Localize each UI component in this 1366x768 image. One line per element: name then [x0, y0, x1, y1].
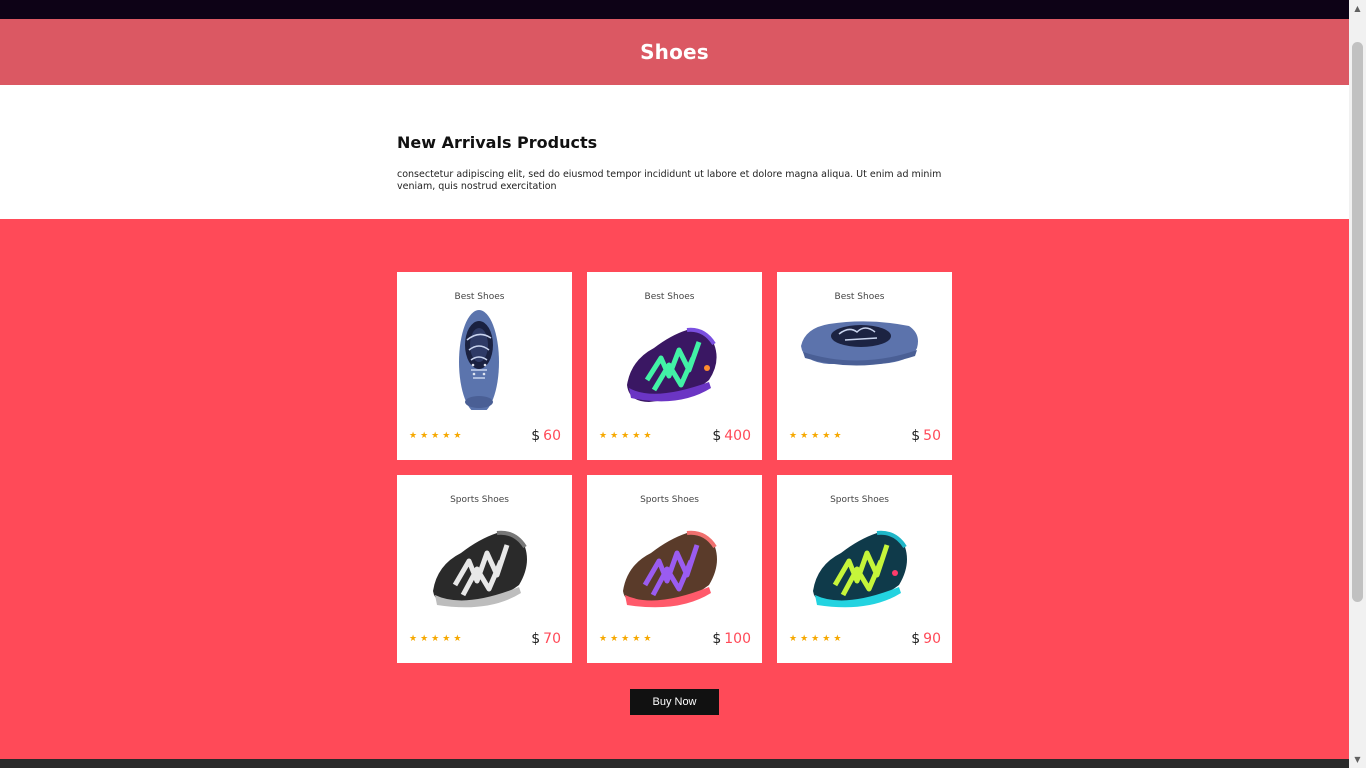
star-icon: ★ — [409, 634, 418, 644]
shoe-icon — [627, 327, 717, 402]
product-image[interactable] — [419, 513, 539, 613]
product-card[interactable]: Best Shoes ★ ★ ★ ★ ★ $50 — [777, 272, 952, 460]
products-section: Best Shoes ★ ★ ★ ★ ★ $60 Best Shoes ★ ★ … — [0, 219, 1349, 759]
rating-stars: ★ ★ ★ ★ ★ — [789, 634, 841, 644]
currency-symbol: $ — [531, 428, 541, 444]
product-category: Sports Shoes — [450, 495, 509, 505]
price-value: 90 — [923, 631, 941, 647]
star-icon: ★ — [621, 634, 630, 644]
price-value: 400 — [724, 428, 751, 444]
product-card[interactable]: Sports Shoes ★ ★ ★ ★ ★ $90 — [777, 475, 952, 663]
star-icon: ★ — [632, 634, 641, 644]
product-image[interactable] — [799, 513, 919, 613]
star-icon: ★ — [822, 634, 831, 644]
product-image[interactable] — [799, 310, 919, 410]
star-icon: ★ — [442, 634, 451, 644]
star-icon: ★ — [800, 634, 809, 644]
star-icon: ★ — [789, 634, 798, 644]
currency-symbol: $ — [531, 631, 541, 647]
currency-symbol: $ — [911, 428, 921, 444]
scrollbar-thumb[interactable] — [1352, 42, 1363, 602]
star-icon: ★ — [420, 634, 429, 644]
section-description: consectetur adipiscing elit, sed do eius… — [397, 169, 942, 192]
star-icon: ★ — [811, 634, 820, 644]
product-price: $50 — [911, 428, 941, 444]
intro-section: New Arrivals Products consectetur adipis… — [0, 85, 1349, 219]
product-price: $60 — [531, 428, 561, 444]
product-category: Best Shoes — [644, 292, 695, 302]
star-icon: ★ — [599, 431, 608, 441]
rating-stars: ★ ★ ★ ★ ★ — [409, 431, 461, 441]
currency-symbol: $ — [911, 631, 921, 647]
star-icon: ★ — [621, 431, 630, 441]
shoe-icon — [801, 321, 918, 366]
currency-symbol: $ — [712, 428, 722, 444]
star-icon: ★ — [610, 431, 619, 441]
currency-symbol: $ — [712, 631, 722, 647]
star-icon: ★ — [453, 634, 462, 644]
shoe-icon — [813, 530, 907, 608]
star-icon: ★ — [811, 431, 820, 441]
product-image[interactable] — [419, 310, 539, 410]
shoe-icon — [623, 530, 717, 608]
product-category: Best Shoes — [834, 292, 885, 302]
star-icon: ★ — [833, 431, 842, 441]
shoe-icon — [459, 310, 499, 410]
footer-strip — [0, 759, 1349, 768]
star-icon: ★ — [453, 431, 462, 441]
product-image[interactable] — [609, 310, 729, 410]
star-icon: ★ — [431, 634, 440, 644]
product-grid: Best Shoes ★ ★ ★ ★ ★ $60 Best Shoes ★ ★ … — [397, 272, 952, 663]
star-icon: ★ — [409, 431, 418, 441]
product-image[interactable] — [609, 513, 729, 613]
star-icon: ★ — [643, 431, 652, 441]
price-value: 70 — [543, 631, 561, 647]
section-heading: New Arrivals Products — [397, 133, 598, 152]
vertical-scrollbar[interactable]: ▲ ▼ — [1349, 0, 1366, 768]
page-title: Shoes — [640, 40, 709, 64]
price-value: 60 — [543, 428, 561, 444]
scroll-down-icon[interactable]: ▼ — [1349, 751, 1366, 768]
star-icon: ★ — [442, 431, 451, 441]
star-icon: ★ — [800, 431, 809, 441]
price-value: 50 — [923, 428, 941, 444]
product-card[interactable]: Best Shoes ★ ★ ★ ★ ★ $400 — [587, 272, 762, 460]
product-card[interactable]: Sports Shoes ★ ★ ★ ★ ★ $70 — [397, 475, 572, 663]
product-price: $70 — [531, 631, 561, 647]
star-icon: ★ — [431, 431, 440, 441]
scroll-up-icon[interactable]: ▲ — [1349, 0, 1366, 17]
product-category: Sports Shoes — [830, 495, 889, 505]
product-card[interactable]: Best Shoes ★ ★ ★ ★ ★ $60 — [397, 272, 572, 460]
product-price: $100 — [712, 631, 751, 647]
product-price: $400 — [712, 428, 751, 444]
star-icon: ★ — [599, 634, 608, 644]
rating-stars: ★ ★ ★ ★ ★ — [599, 431, 651, 441]
star-icon: ★ — [789, 431, 798, 441]
star-icon: ★ — [420, 431, 429, 441]
product-category: Best Shoes — [454, 292, 505, 302]
rating-stars: ★ ★ ★ ★ ★ — [409, 634, 461, 644]
rating-stars: ★ ★ ★ ★ ★ — [599, 634, 651, 644]
buy-now-button[interactable]: Buy Now — [630, 689, 719, 715]
star-icon: ★ — [632, 431, 641, 441]
page-banner: Shoes — [0, 19, 1349, 85]
star-icon: ★ — [610, 634, 619, 644]
product-category: Sports Shoes — [640, 495, 699, 505]
star-icon: ★ — [643, 634, 652, 644]
star-icon: ★ — [822, 431, 831, 441]
top-bar — [0, 0, 1349, 19]
price-value: 100 — [724, 631, 751, 647]
star-icon: ★ — [833, 634, 842, 644]
rating-stars: ★ ★ ★ ★ ★ — [789, 431, 841, 441]
shoe-icon — [433, 530, 527, 608]
product-card[interactable]: Sports Shoes ★ ★ ★ ★ ★ $100 — [587, 475, 762, 663]
product-price: $90 — [911, 631, 941, 647]
